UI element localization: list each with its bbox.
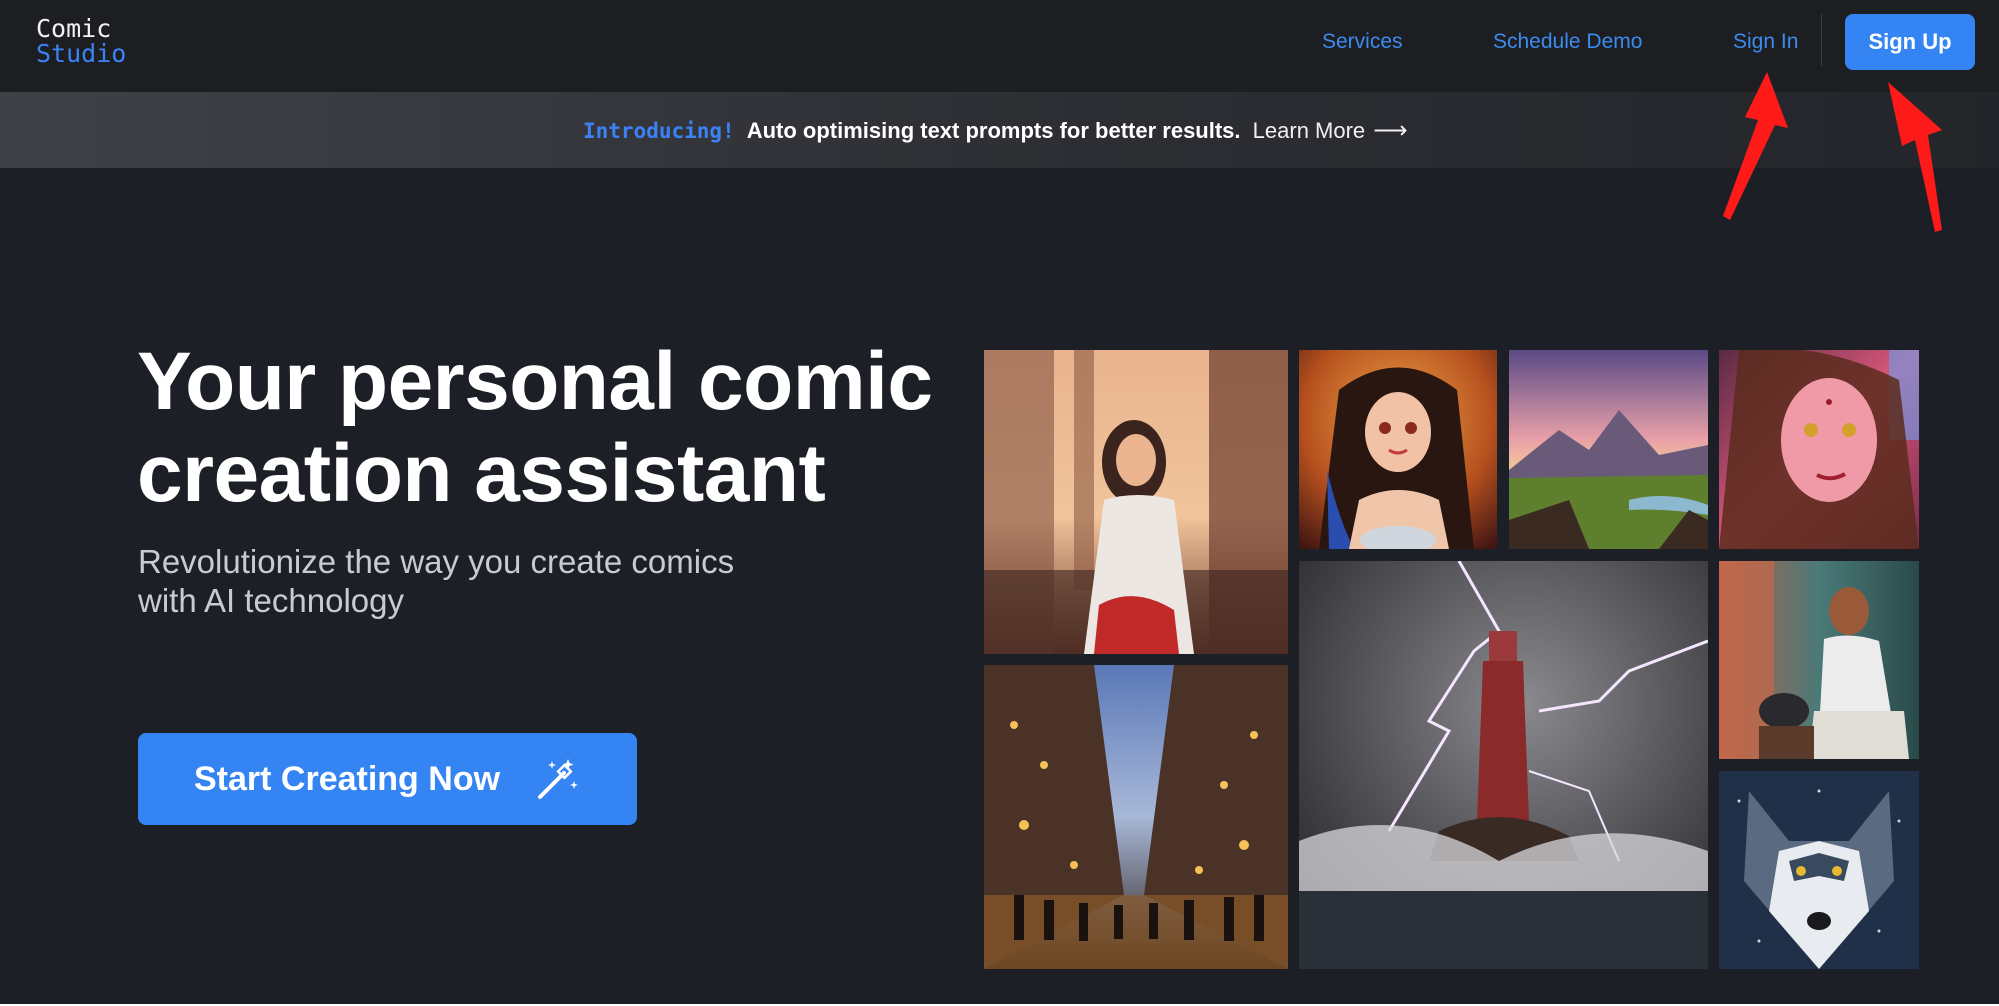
anime-woman-portrait-image: [1299, 350, 1497, 549]
hero-subtitle: Revolutionize the way you create comics …: [138, 543, 735, 619]
wolf-portrait-image: [1719, 771, 1919, 969]
woman-in-temple-image: [984, 350, 1288, 654]
banner-content: Introducing! Auto optimising text prompts…: [583, 118, 1408, 144]
old-man-tea-image: [1719, 561, 1919, 759]
nav-schedule-demo-link[interactable]: Schedule Demo: [1493, 29, 1642, 55]
annotation-arrow-sign-in: [1723, 72, 1788, 220]
magic-wand-icon: [538, 759, 578, 799]
announcement-banner: Introducing! Auto optimising text prompts…: [0, 92, 1999, 168]
long-arrow-right-icon[interactable]: ⟶: [1373, 117, 1407, 144]
banner-message: Auto optimising text prompts for better …: [746, 118, 1241, 143]
brand-line-2: Studio: [36, 39, 127, 68]
pink-portrait-woman-image: [1719, 350, 1919, 549]
lighthouse-lightning-image: [1299, 561, 1708, 969]
brand-logo[interactable]: Comic Studio: [36, 16, 126, 66]
hero-title: Your personal comic creation assistant: [137, 336, 933, 519]
annotation-arrow-sign-up: [1888, 82, 1942, 232]
top-navbar: Comic Studio Services Schedule Demo Sign…: [0, 0, 1999, 92]
mountain-valley-sunset-image: [1509, 350, 1708, 549]
brand-line-1: Comic: [36, 14, 112, 43]
learn-more-link[interactable]: Learn More: [1253, 118, 1366, 143]
night-market-street-image: [984, 665, 1288, 969]
banner-tag: Introducing!: [583, 119, 735, 143]
nav-divider: [1821, 14, 1822, 66]
start-creating-button[interactable]: Start Creating Now: [138, 733, 637, 825]
nav-services-link[interactable]: Services: [1322, 29, 1403, 55]
sign-up-button[interactable]: Sign Up: [1845, 14, 1975, 70]
landing-page: Comic Studio Services Schedule Demo Sign…: [0, 0, 1999, 1004]
start-creating-label: Start Creating Now: [194, 759, 501, 798]
nav-sign-in-link[interactable]: Sign In: [1733, 29, 1798, 55]
